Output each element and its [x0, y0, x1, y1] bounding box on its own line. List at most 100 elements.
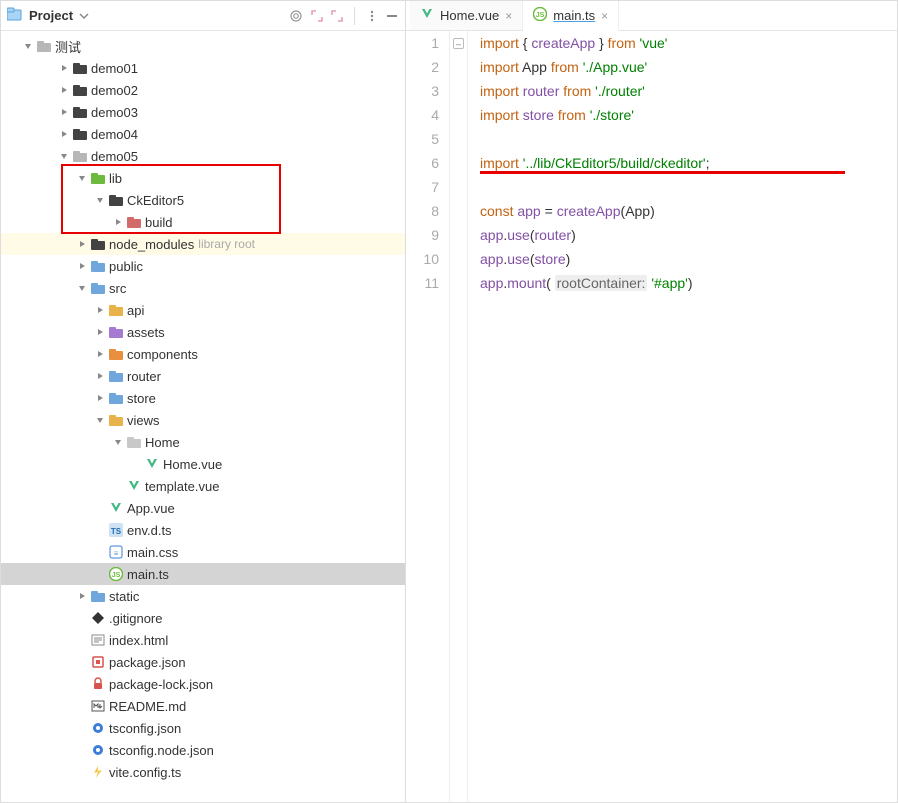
chevron-right-icon[interactable] [57, 107, 71, 117]
code-line[interactable]: import App from './App.vue' [480, 55, 897, 79]
tree-item-label: README.md [109, 699, 186, 714]
tree-item[interactable]: Home [1, 431, 405, 453]
tree-item-label: build [145, 215, 172, 230]
code-content[interactable]: import { createApp } from 'vue'import Ap… [468, 31, 897, 802]
folder-icon [71, 150, 89, 163]
tree-item[interactable]: Home.vue [1, 453, 405, 475]
tree-item[interactable]: demo01 [1, 57, 405, 79]
editor-tab[interactable]: JSmain.ts× [523, 1, 619, 31]
code-line[interactable]: import router from './router' [480, 79, 897, 103]
tree-item[interactable]: demo02 [1, 79, 405, 101]
tree-item-label: main.ts [127, 567, 169, 582]
chevron-right-icon[interactable] [111, 217, 125, 227]
chevron-down-icon[interactable] [75, 283, 89, 293]
project-sidebar: Project 测试demo01demo02demo03demo04 demo05… [1, 1, 406, 802]
tree-item[interactable]: .gitignore [1, 607, 405, 629]
line-number: 8 [406, 199, 439, 223]
tree-item[interactable]: TSenv.d.ts [1, 519, 405, 541]
project-tree[interactable]: 测试demo01demo02demo03demo04 demo05 lib CkEdi… [1, 31, 405, 787]
folder-dark-icon [107, 194, 125, 207]
tree-item[interactable]: tsconfig.node.json [1, 739, 405, 761]
folder-yellow-icon [107, 304, 125, 317]
fold-toggle-icon[interactable]: – [453, 38, 464, 49]
chevron-right-icon[interactable] [93, 327, 107, 337]
code-line[interactable]: import '../lib/CkEditor5/build/ckeditor'… [480, 151, 897, 175]
tree-item[interactable]: build [1, 211, 405, 233]
editor-tabs: Home.vue×JSmain.ts× [406, 1, 897, 31]
folder-purple-icon [107, 326, 125, 339]
minimize-icon[interactable] [385, 9, 399, 23]
chevron-right-icon[interactable] [75, 239, 89, 249]
chevron-right-icon[interactable] [75, 591, 89, 601]
tree-item[interactable]: tsconfig.json [1, 717, 405, 739]
chevron-down-icon[interactable] [75, 173, 89, 183]
tree-item-label: package.json [109, 655, 186, 670]
code-line[interactable]: app.mount( rootContainer: '#app') [480, 271, 897, 295]
tree-item[interactable]: demo05 [1, 145, 405, 167]
tree-item[interactable]: assets [1, 321, 405, 343]
code-line[interactable]: app.use(router) [480, 223, 897, 247]
tree-item-label: CkEditor5 [127, 193, 184, 208]
chevron-down-icon[interactable] [93, 415, 107, 425]
tree-item[interactable]: JS main.ts [1, 563, 405, 585]
code-line[interactable]: import { createApp } from 'vue' [480, 31, 897, 55]
chevron-right-icon[interactable] [93, 305, 107, 315]
tree-item[interactable]: demo03 [1, 101, 405, 123]
expand-icon[interactable] [310, 9, 324, 23]
svg-text:JS: JS [536, 12, 545, 19]
code-line[interactable] [480, 127, 897, 151]
svg-text:JS: JS [112, 572, 121, 579]
tree-item[interactable]: README.md [1, 695, 405, 717]
tree-item[interactable]: index.html [1, 629, 405, 651]
tree-item-label: demo05 [91, 149, 138, 164]
html-icon [89, 633, 107, 647]
chevron-down-icon[interactable] [93, 195, 107, 205]
code-line[interactable]: const app = createApp(App) [480, 199, 897, 223]
tree-item[interactable]: store [1, 387, 405, 409]
tree-item[interactable]: lib [1, 167, 405, 189]
close-icon[interactable]: × [601, 9, 608, 23]
tree-item[interactable]: demo04 [1, 123, 405, 145]
tree-item[interactable]: package-lock.json [1, 673, 405, 695]
tree-item[interactable]: template.vue [1, 475, 405, 497]
vue-icon [125, 479, 143, 493]
chevron-down-icon[interactable] [21, 41, 35, 51]
tree-item[interactable]: api [1, 299, 405, 321]
target-icon[interactable] [288, 8, 304, 24]
chevron-right-icon[interactable] [57, 85, 71, 95]
tree-item[interactable]: components [1, 343, 405, 365]
tree-item[interactable]: static [1, 585, 405, 607]
code-line[interactable]: import store from './store' [480, 103, 897, 127]
tree-item[interactable]: ≡main.css [1, 541, 405, 563]
tree-item[interactable]: vite.config.ts [1, 761, 405, 783]
folder-dark-icon [71, 62, 89, 75]
sidebar-title[interactable]: Project [29, 8, 73, 23]
tree-item[interactable]: App.vue [1, 497, 405, 519]
chevron-down-icon[interactable] [111, 437, 125, 447]
tree-item[interactable]: CkEditor5 [1, 189, 405, 211]
chevron-right-icon[interactable] [93, 371, 107, 381]
chevron-right-icon[interactable] [57, 63, 71, 73]
folder-blue-icon [89, 282, 107, 295]
tree-item[interactable]: views [1, 409, 405, 431]
code-line[interactable]: app.use(store) [480, 247, 897, 271]
tree-root[interactable]: 测试 [1, 35, 405, 57]
vue-icon [420, 7, 434, 24]
chevron-down-icon[interactable] [79, 11, 89, 21]
code-line[interactable] [480, 175, 897, 199]
chevron-right-icon[interactable] [93, 349, 107, 359]
collapse-icon[interactable] [330, 9, 344, 23]
close-icon[interactable]: × [505, 9, 512, 23]
fold-gutter[interactable]: – [450, 31, 468, 802]
chevron-right-icon[interactable] [75, 261, 89, 271]
tree-item[interactable]: package.json [1, 651, 405, 673]
chevron-right-icon[interactable] [57, 129, 71, 139]
tree-item[interactable]: node_moduleslibrary root [1, 233, 405, 255]
chevron-down-icon[interactable] [57, 151, 71, 161]
tree-item[interactable]: router [1, 365, 405, 387]
chevron-right-icon[interactable] [93, 393, 107, 403]
editor-tab[interactable]: Home.vue× [410, 1, 523, 30]
more-icon[interactable] [365, 9, 379, 23]
tree-item[interactable]: src [1, 277, 405, 299]
tree-item[interactable]: public [1, 255, 405, 277]
